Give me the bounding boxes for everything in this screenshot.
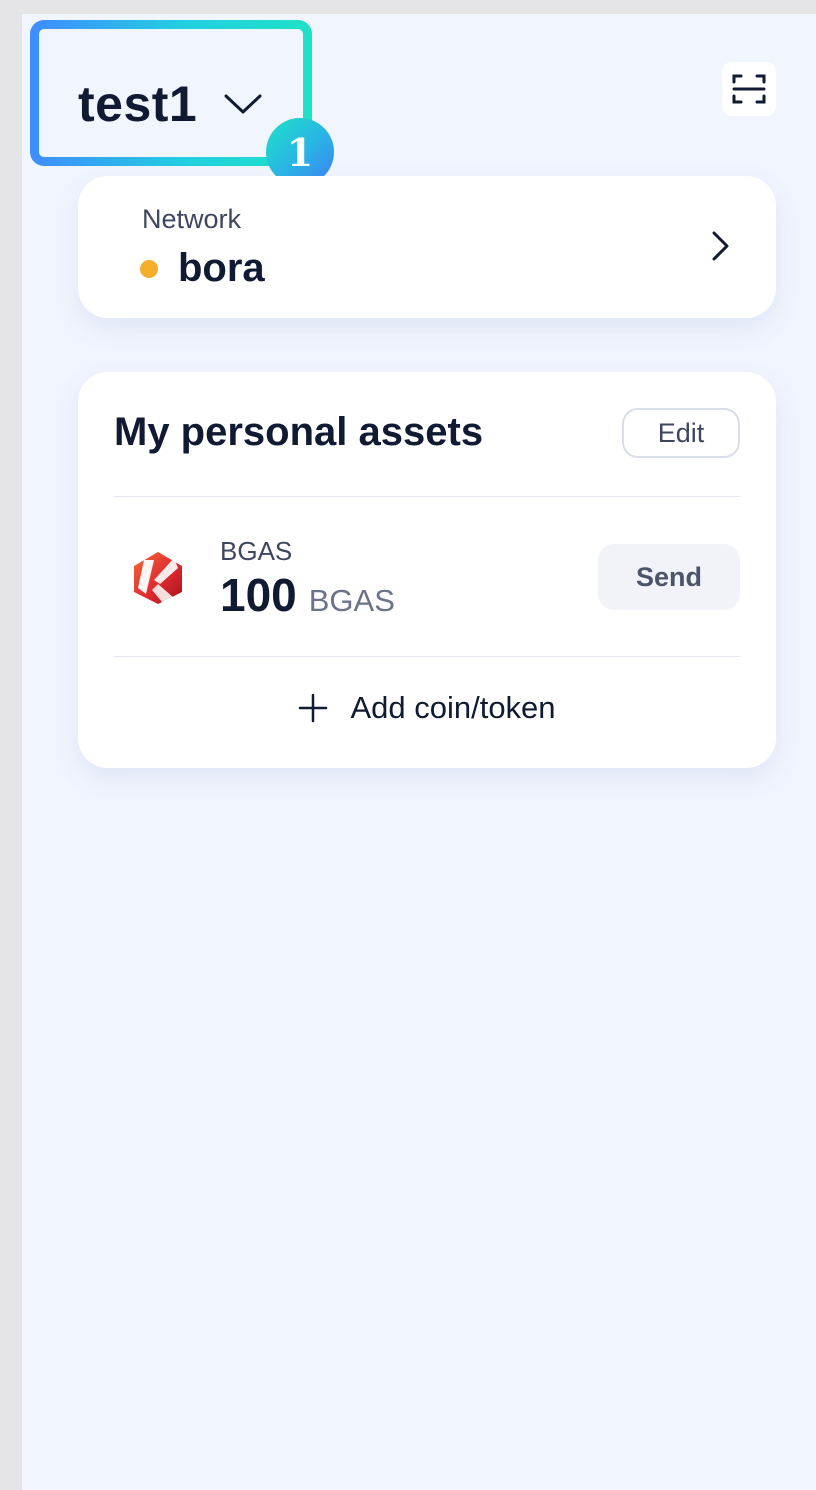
add-coin-token-label: Add coin/token	[350, 690, 556, 725]
add-coin-token-button[interactable]: Add coin/token	[78, 668, 776, 748]
scan-button[interactable]	[722, 62, 776, 116]
network-name: bora	[178, 246, 265, 290]
wallet-home-screen: test1 1 Network bora My personal assets …	[22, 14, 816, 1490]
scan-qr-icon	[732, 74, 766, 104]
network-label: Network	[142, 204, 242, 234]
network-status-dot	[140, 259, 158, 278]
token-balance: 100 BGAS	[220, 568, 395, 622]
token-row[interactable]: BGAS 100 BGAS Send	[114, 498, 740, 654]
account-selector[interactable]: test1	[78, 56, 263, 152]
assets-title: My personal assets	[114, 410, 484, 454]
network-value: bora	[140, 246, 265, 291]
personal-assets-card: My personal assets Edit BGAS 100 BGAS Se…	[78, 372, 776, 768]
bgas-token-logo-icon	[134, 552, 182, 604]
divider	[114, 496, 740, 497]
send-button[interactable]: Send	[598, 544, 740, 610]
network-selector-card[interactable]: Network bora	[78, 176, 776, 318]
token-symbol: BGAS	[220, 536, 293, 566]
chevron-right-icon[interactable]	[702, 228, 738, 264]
plus-icon	[299, 693, 328, 723]
divider	[114, 656, 740, 657]
balance-unit: BGAS	[308, 583, 395, 618]
balance-amount: 100	[220, 569, 297, 621]
account-name: test1	[78, 76, 198, 132]
chevron-down-icon[interactable]	[223, 84, 263, 124]
edit-button[interactable]: Edit	[622, 408, 740, 458]
